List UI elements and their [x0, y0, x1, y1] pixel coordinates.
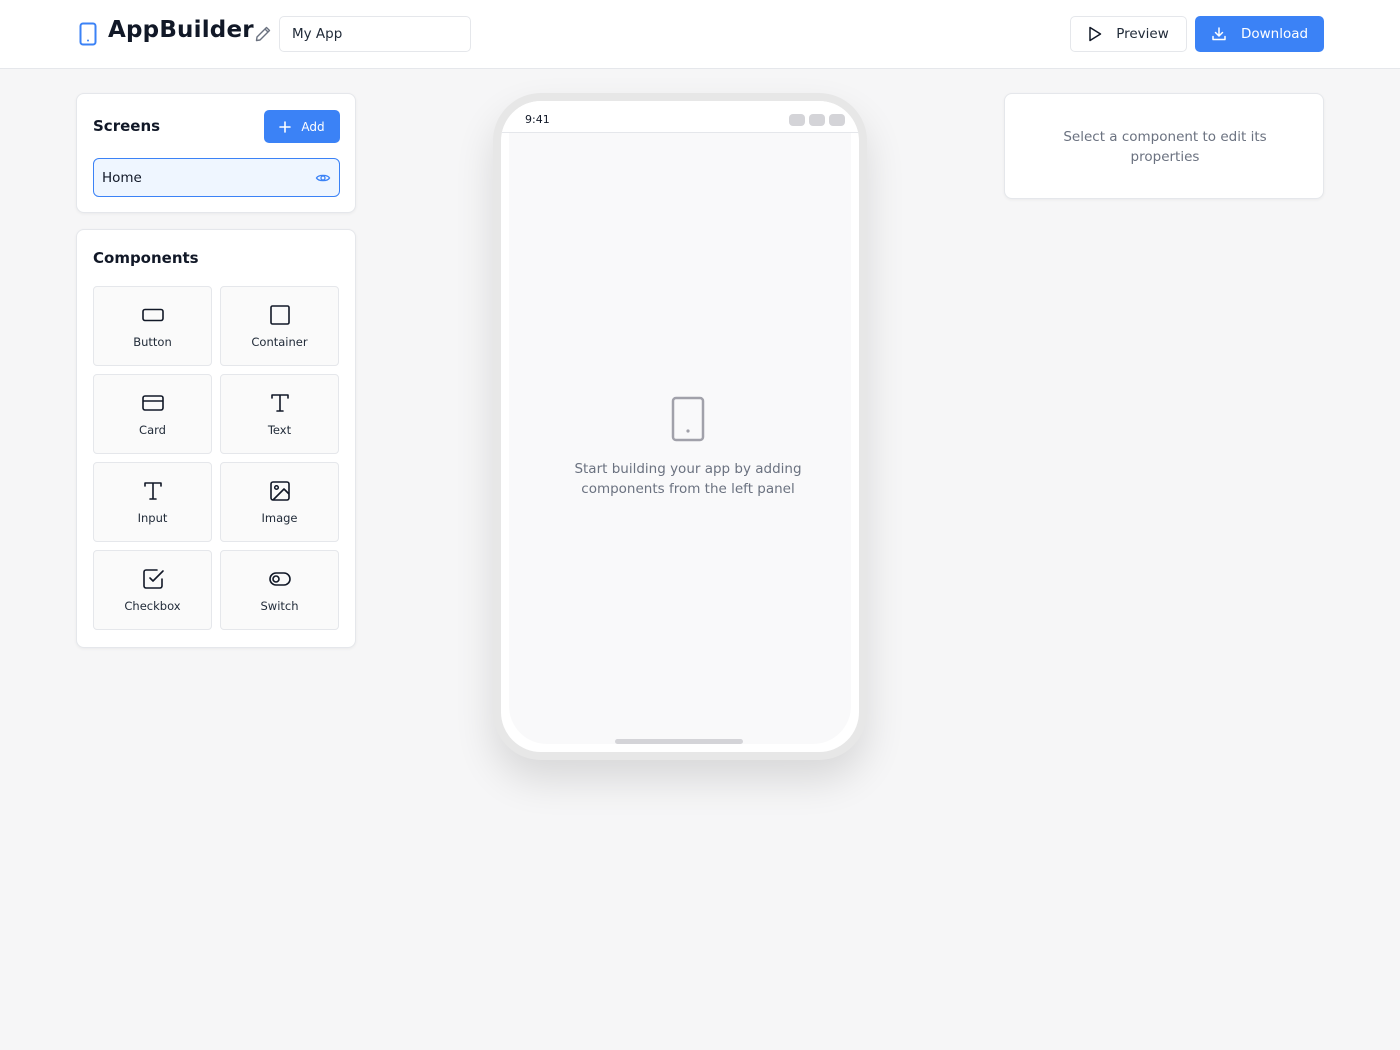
screens-title: Screens [93, 117, 161, 135]
component-card[interactable]: Card [93, 374, 212, 454]
app-title: AppBuilder [108, 17, 254, 43]
add-screen-label: Add [301, 119, 325, 134]
card-icon [141, 395, 164, 411]
screen-item-label: Home [102, 169, 142, 186]
status-time: 9:41 [525, 113, 550, 126]
switch-icon [268, 572, 291, 586]
components-grid: Button Container Card Text Input Image C… [93, 286, 339, 630]
component-image[interactable]: Image [220, 462, 339, 542]
wifi-indicator [809, 114, 825, 126]
properties-panel: Select a component to edit its propertie… [1004, 93, 1324, 199]
download-button[interactable]: Download [1195, 16, 1324, 52]
properties-empty-message: Select a component to edit its propertie… [1063, 129, 1267, 165]
eye-icon[interactable] [315, 170, 331, 186]
image-icon [269, 481, 290, 501]
signal-indicator [789, 114, 805, 126]
text-icon [143, 482, 162, 500]
component-label: Image [261, 511, 298, 525]
pencil-icon[interactable] [254, 25, 272, 43]
component-switch[interactable]: Switch [220, 550, 339, 630]
component-checkbox[interactable]: Checkbox [93, 550, 212, 630]
smartphone-icon [671, 396, 705, 442]
component-input[interactable]: Input [93, 462, 212, 542]
screen-item-home[interactable]: Home [93, 158, 340, 197]
preview-label: Preview [1116, 26, 1169, 42]
components-title: Components [93, 249, 199, 267]
download-icon [1212, 27, 1226, 41]
preview-button[interactable]: Preview [1070, 16, 1187, 52]
status-indicators [789, 114, 845, 126]
phone-preview: 9:41 Start building your app by adding c… [493, 93, 867, 760]
empty-canvas-message: Start building your app by adding compon… [574, 461, 802, 497]
screens-panel: Screens Add Home [76, 93, 356, 213]
download-label: Download [1240, 26, 1309, 42]
component-label: Card [139, 423, 166, 437]
smartphone-icon [79, 22, 97, 46]
home-indicator [615, 739, 743, 744]
app-name-input[interactable] [279, 16, 471, 52]
text-icon [270, 394, 289, 412]
play-icon [1089, 26, 1102, 42]
top-bar: AppBuilder Preview Download [0, 0, 1400, 69]
phone-status-bar: 9:41 [501, 101, 859, 133]
square-icon [269, 305, 290, 325]
component-label: Checkbox [124, 599, 181, 613]
component-label: Container [251, 335, 308, 349]
checkbox-icon [142, 569, 164, 589]
add-screen-button[interactable]: Add [264, 110, 340, 143]
component-container[interactable]: Container [220, 286, 339, 366]
component-label: Input [137, 511, 168, 525]
components-panel: Components Button Container Card Text In… [76, 229, 356, 648]
battery-indicator [829, 114, 845, 126]
component-label: Text [267, 423, 292, 437]
plus-icon [279, 120, 292, 133]
component-label: Button [133, 335, 172, 349]
component-label: Switch [260, 599, 299, 613]
component-text[interactable]: Text [220, 374, 339, 454]
button-icon [141, 308, 164, 322]
component-button[interactable]: Button [93, 286, 212, 366]
